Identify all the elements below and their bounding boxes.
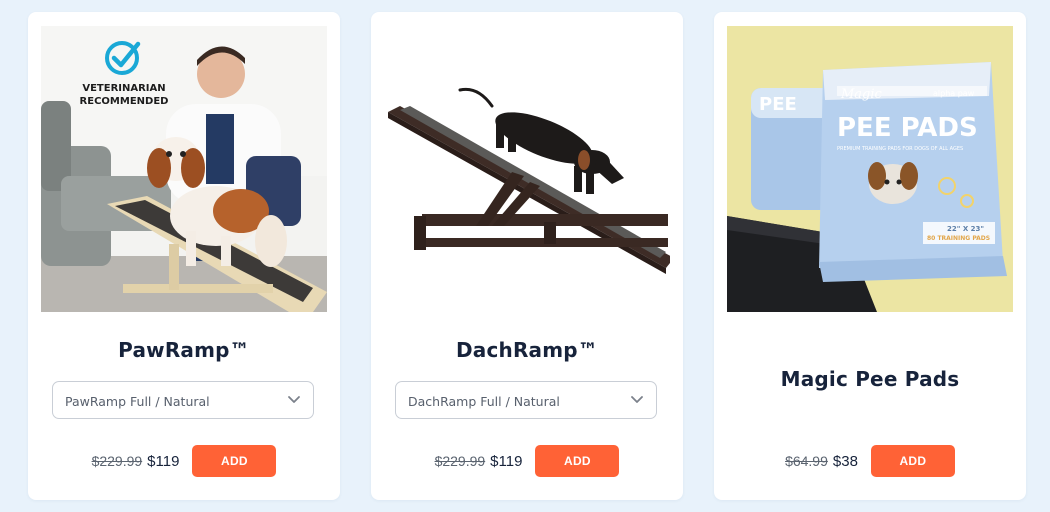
add-to-cart-button[interactable]: ADD [870,445,955,477]
product-card-pawramp: VETERINARIAN RECOMMENDED PawRamp™ PawRam… [28,12,340,500]
compare-at-price: $64.99 [785,453,828,469]
price-row: $229.99 $119 ADD [371,445,683,477]
product-card-dachramp: DachRamp™ DachRamp Full / Natural $229.9… [371,12,683,500]
add-to-cart-button[interactable]: ADD [192,445,277,477]
package-count: 80 TRAINING PADS [927,235,990,242]
product-image-pawramp[interactable]: VETERINARIAN RECOMMENDED [41,26,327,312]
package-name: PEE PADS [837,113,978,143]
sale-price: $119 [490,452,523,470]
product-title[interactable]: DachRamp™ [371,338,683,362]
sale-price: $38 [832,452,858,470]
pawramp-photo: VETERINARIAN RECOMMENDED [41,26,327,312]
product-title[interactable]: PawRamp™ [28,338,340,362]
chevron-down-icon [631,396,643,403]
product-card-magic-pee-pads: PEE Magic alpha paw PEE PADS PREMIUM TRA… [714,12,1026,500]
pee-pads-photo: PEE Magic alpha paw PEE PADS PREMIUM TRA… [727,26,1013,312]
svg-text:PEE: PEE [759,94,797,115]
add-to-cart-button[interactable]: ADD [535,445,620,477]
compare-at-price: $229.99 [434,453,486,469]
price-row: $229.99 $119 ADD [28,445,340,477]
variant-select[interactable]: PawRamp Full / Natural [52,381,314,419]
variant-select[interactable]: DachRamp Full / Natural [395,381,657,419]
package-size: 22" X 23" [947,225,984,233]
svg-text:VETERINARIAN: VETERINARIAN [82,83,165,94]
package-maker: alpha paw [933,89,975,98]
price-row: $64.99 $38 ADD [714,445,1026,477]
dachramp-photo [384,26,670,312]
package-tagline: PREMIUM TRAINING PADS FOR DOGS OF ALL AG… [837,146,963,152]
compare-at-price: $229.99 [91,453,143,469]
product-image-dachramp[interactable] [384,26,670,312]
variant-selected-value: DachRamp Full / Natural [408,394,560,409]
variant-selected-value: PawRamp Full / Natural [65,394,210,409]
sale-price: $119 [147,452,180,470]
chevron-down-icon [288,396,300,403]
product-title[interactable]: Magic Pee Pads [714,367,1026,391]
svg-text:RECOMMENDED: RECOMMENDED [80,96,169,107]
package-brand: Magic [840,87,883,102]
product-image-magic-pee-pads[interactable]: PEE Magic alpha paw PEE PADS PREMIUM TRA… [727,26,1013,312]
